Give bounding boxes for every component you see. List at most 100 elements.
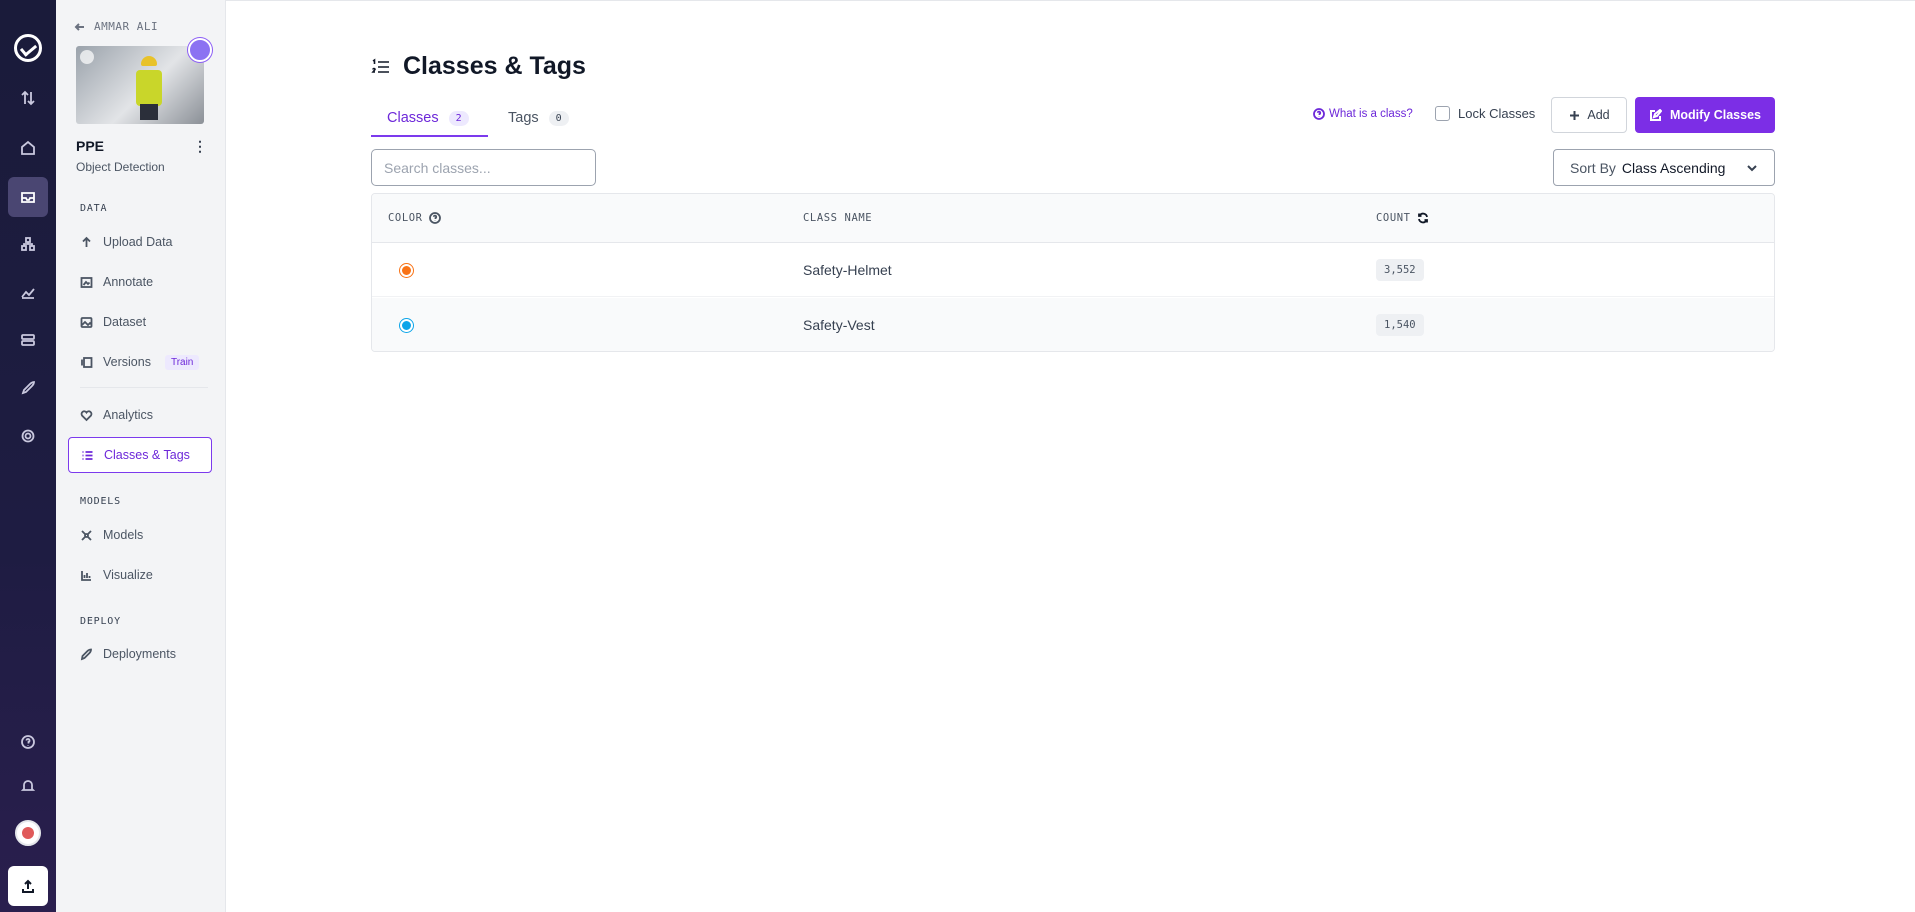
sort-value: Class Ascending <box>1621 159 1726 176</box>
question-circle-icon[interactable] <box>428 212 441 224</box>
refresh-icon[interactable] <box>1417 212 1429 224</box>
table-row[interactable]: Safety-Helmet 3,552 <box>372 243 1774 297</box>
list-icon <box>82 450 93 460</box>
rocket-icon <box>80 648 92 660</box>
sidebar-item-label: Models <box>103 528 144 542</box>
help-icon[interactable] <box>14 728 42 756</box>
section-deploy: DEPLOY <box>80 616 121 627</box>
help-link-text: What is a class? <box>1329 108 1413 120</box>
sidebar-item-label: Deployments <box>103 647 176 661</box>
sidebar-item-visualize[interactable]: Visualize <box>68 558 212 592</box>
analytics-chart-icon[interactable] <box>14 278 42 306</box>
add-class-button[interactable]: Add <box>1551 97 1627 133</box>
tab-label: Classes <box>387 110 439 126</box>
class-name: Safety-Vest <box>803 317 875 333</box>
class-name: Safety-Helmet <box>803 262 892 278</box>
notifications-bell-icon[interactable] <box>14 772 42 800</box>
versions-icon <box>81 356 93 368</box>
divider <box>80 387 208 388</box>
lock-classes-checkbox[interactable] <box>1435 106 1450 121</box>
rocket-icon[interactable] <box>14 374 42 402</box>
home-icon[interactable] <box>14 134 42 162</box>
what-is-class-link[interactable]: What is a class? <box>1313 108 1413 120</box>
class-count: 1,540 <box>1376 314 1424 336</box>
sidebar-item-upload-data[interactable]: Upload Data <box>68 225 212 259</box>
models-icon <box>81 529 92 541</box>
tab-label: Tags <box>508 110 539 126</box>
bar-chart-icon <box>81 570 91 581</box>
project-type: Object Detection <box>76 160 165 174</box>
sidebar-item-label: Visualize <box>103 568 153 582</box>
user-avatar[interactable] <box>15 820 41 846</box>
tab-tags[interactable]: Tags 0 <box>508 100 569 136</box>
table-header: COLOR CLASS NAME COUNT <box>372 194 1774 243</box>
section-models: MODELS <box>80 496 121 507</box>
sidebar-item-label: Dataset <box>103 315 147 329</box>
project-thumbnail <box>76 46 204 124</box>
workflows-icon[interactable] <box>14 230 42 258</box>
class-count: 3,552 <box>1376 259 1424 281</box>
train-badge: Train <box>164 354 200 370</box>
sidebar-item-classes-tags[interactable]: Classes & Tags <box>68 437 212 473</box>
table-row[interactable]: Safety-Vest 1,540 <box>372 298 1774 351</box>
modify-label: Modify Classes <box>1669 108 1761 122</box>
settings-gear-icon[interactable] <box>14 422 42 450</box>
active-tab-indicator <box>371 135 488 137</box>
sidebar-item-label: Analytics <box>103 408 154 422</box>
sort-dropdown[interactable]: Sort By Class Ascending <box>1553 149 1775 186</box>
tab-count: 2 <box>448 110 469 126</box>
edit-icon <box>1649 108 1662 121</box>
plus-icon <box>1570 110 1580 120</box>
project-sidebar: AMMAR ALI PPE ⋮ Object Detection DATA Up… <box>56 0 1111 912</box>
icon-rail <box>0 0 56 912</box>
section-data: DATA <box>80 203 108 214</box>
database-icon[interactable] <box>14 326 42 354</box>
class-color-swatch[interactable] <box>400 319 413 332</box>
tab-count: 0 <box>548 110 569 126</box>
arrow-left-icon <box>74 22 84 31</box>
class-color-swatch[interactable] <box>400 264 413 277</box>
tab-bar: Classes 2 Tags 0 <box>371 100 931 138</box>
sidebar-item-dataset[interactable]: Dataset 1482 <box>68 305 1111 342</box>
column-header-class-name[interactable]: CLASS NAME <box>803 212 872 224</box>
column-header-color: COLOR <box>388 212 441 224</box>
top-border <box>226 0 1915 1</box>
sidebar-item-label: Classes & Tags <box>104 448 190 462</box>
image-icon <box>80 316 93 328</box>
search-classes-input[interactable] <box>371 149 596 186</box>
modify-classes-button[interactable]: Modify Classes <box>1635 97 1775 133</box>
sidebar-item-label: Upload Data <box>103 235 173 249</box>
page-header: Classes & Tags <box>371 52 586 81</box>
sidebar-item-models[interactable]: Models <box>68 518 212 552</box>
sidebar-item-label: Annotate <box>103 275 154 289</box>
lock-classes-label: Lock Classes <box>1458 106 1536 121</box>
heart-pulse-icon <box>80 409 93 421</box>
project-name: PPE <box>76 138 105 154</box>
sort-label: Sort By <box>1570 159 1616 176</box>
lock-classes-toggle[interactable]: Lock Classes <box>1435 106 1535 121</box>
sidebar-item-versions[interactable]: Versions Train <box>68 345 212 379</box>
column-header-count[interactable]: COUNT <box>1376 212 1429 224</box>
sidebar-item-label: Versions <box>103 355 151 369</box>
upload-button[interactable] <box>8 866 48 906</box>
more-options-icon[interactable]: ⋮ <box>192 138 208 154</box>
page-title: Classes & Tags <box>403 52 586 80</box>
annotate-icon <box>80 276 93 288</box>
add-label: Add <box>1587 108 1610 122</box>
sidebar-item-analytics[interactable]: Analytics <box>68 398 212 432</box>
upload-icon <box>22 879 34 893</box>
swap-arrows-icon[interactable] <box>14 84 42 112</box>
question-circle-icon <box>1313 108 1325 120</box>
sidebar-item-deployments[interactable]: Deployments <box>68 637 212 671</box>
upload-arrow-icon <box>82 236 91 247</box>
sidebar-item-annotate[interactable]: Annotate <box>68 265 212 299</box>
numbered-list-icon <box>371 58 389 73</box>
roboflow-logo-icon[interactable] <box>14 34 42 62</box>
classes-table: COLOR CLASS NAME COUNT Safety-Helmet 3,5… <box>371 193 1775 352</box>
projects-icon[interactable] <box>8 177 48 217</box>
status-indicator <box>188 38 212 62</box>
tab-classes[interactable]: Classes 2 <box>387 100 469 136</box>
back-to-workspace-link[interactable]: AMMAR ALI <box>74 20 158 33</box>
workspace-name: AMMAR ALI <box>94 20 159 33</box>
chevron-down-icon <box>1747 164 1757 171</box>
